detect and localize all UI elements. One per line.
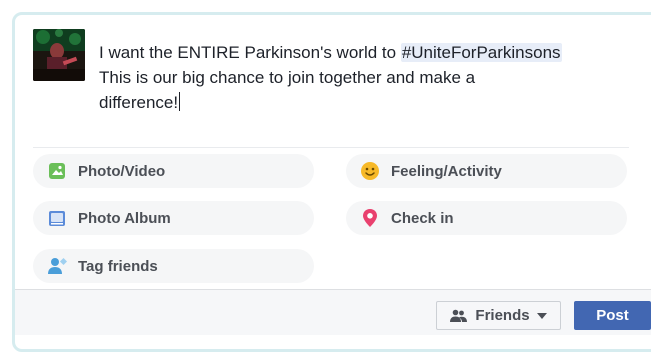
feeling-activity-button[interactable]: Feeling/Activity <box>346 154 627 188</box>
photo-video-label: Photo/Video <box>78 162 166 180</box>
avatar <box>33 29 85 81</box>
tag-friends-label: Tag friends <box>78 257 158 275</box>
photo-album-button[interactable]: Photo Album <box>33 201 314 235</box>
chevron-down-icon <box>536 312 547 319</box>
hashtag-link[interactable]: #UniteForParkinsons <box>400 43 562 62</box>
check-in-label: Check in <box>391 209 454 227</box>
location-pin-icon <box>360 208 380 228</box>
text-caret <box>179 92 181 111</box>
check-in-button[interactable]: Check in <box>346 201 627 235</box>
composer-divider <box>33 147 629 148</box>
audience-label: Friends <box>475 307 530 324</box>
post-text-line-3: difference! <box>99 92 181 112</box>
friends-icon <box>450 309 468 323</box>
photo-video-button[interactable]: Photo/Video <box>33 154 314 188</box>
tag-friends-button[interactable]: Tag friends <box>33 249 314 283</box>
photo-video-icon <box>47 161 67 181</box>
post-button[interactable]: Post <box>574 301 651 330</box>
photo-album-icon <box>47 208 67 228</box>
tag-friends-icon <box>47 256 67 276</box>
post-text-input[interactable]: I want the ENTIRE Parkinson's world to #… <box>99 40 619 115</box>
feeling-activity-label: Feeling/Activity <box>391 162 502 180</box>
photo-album-label: Photo Album <box>78 209 171 227</box>
post-text-line-1: I want the ENTIRE Parkinson's world to #… <box>99 43 562 62</box>
audience-selector-button[interactable]: Friends <box>436 301 561 330</box>
post-text-line-2: This is our big chance to join together … <box>99 68 476 87</box>
smiley-icon <box>360 161 380 181</box>
